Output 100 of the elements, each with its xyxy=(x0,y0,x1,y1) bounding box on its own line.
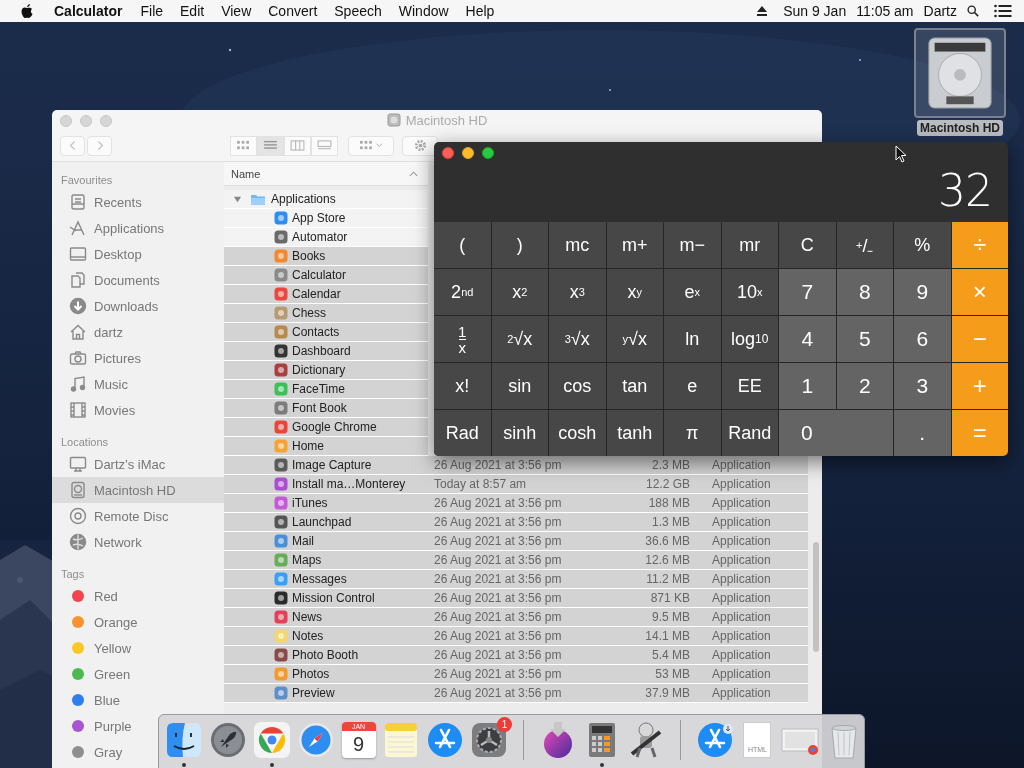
folder-row[interactable]: Applications xyxy=(224,190,428,209)
view-mode-button[interactable] xyxy=(311,135,338,156)
calculator-key[interactable]: 6 xyxy=(894,316,951,362)
scrollbar-thumb[interactable] xyxy=(813,542,819,652)
dock-item[interactable] xyxy=(164,720,204,766)
calculator-key[interactable]: ln xyxy=(664,316,721,362)
sidebar-item[interactable]: Blue xyxy=(52,687,129,713)
sidebar-item[interactable]: Downloads xyxy=(52,293,167,319)
sidebar-item[interactable]: Gray xyxy=(52,739,131,765)
calculator-key[interactable]: π xyxy=(664,410,721,456)
calculator-key[interactable]: . xyxy=(894,410,951,456)
view-mode-button[interactable] xyxy=(257,135,284,156)
file-row[interactable]: Font Book xyxy=(224,399,428,418)
file-row[interactable]: Photo Booth 26 Aug 2021 at 3:56 pm 5.4 MB Application xyxy=(224,646,808,665)
sidebar-item[interactable]: Green xyxy=(52,661,139,687)
calculator-key[interactable]: m+ xyxy=(606,222,663,268)
calculator-key[interactable]: 4 xyxy=(779,316,836,362)
view-mode-button[interactable] xyxy=(284,135,311,156)
calculator-key[interactable]: e xyxy=(664,363,721,409)
sidebar-item[interactable]: Orange xyxy=(52,609,146,635)
calculator-key[interactable]: Rad xyxy=(434,410,491,456)
file-row[interactable]: Automator xyxy=(224,228,428,247)
file-row[interactable]: Chess xyxy=(224,304,428,323)
desktop-icon-label[interactable]: Macintosh HD xyxy=(917,120,1003,136)
calculator-key[interactable]: ) xyxy=(491,222,548,268)
file-row[interactable]: Launchpad 26 Aug 2021 at 3:56 pm 1.3 MB Application xyxy=(224,513,808,532)
file-row[interactable]: Maps 26 Aug 2021 at 3:56 pm 12.6 MB Application xyxy=(224,551,808,570)
calculator-key[interactable]: 7 xyxy=(779,269,836,315)
sidebar-item[interactable]: Recents xyxy=(52,189,150,215)
calculator-key[interactable]: tan xyxy=(606,363,663,409)
calculator-key[interactable]: 3 xyxy=(894,363,951,409)
calculator-key[interactable]: $^{+}$/₋ xyxy=(836,222,893,268)
calculator-key[interactable]: mr xyxy=(721,222,778,268)
sidebar-item[interactable]: Movies xyxy=(52,397,144,423)
menu-clock[interactable]: 11:05 am xyxy=(856,3,914,19)
calculator-key[interactable]: m− xyxy=(664,222,721,268)
sidebar-item[interactable]: Applications xyxy=(52,215,173,241)
file-row[interactable]: Calendar xyxy=(224,285,428,304)
file-row[interactable]: Image Capture 26 Aug 2021 at 3:56 pm 2.3 MB Application xyxy=(224,456,808,475)
menu-item[interactable]: Edit xyxy=(180,3,205,19)
calculator-key[interactable]: 5 xyxy=(836,316,893,362)
menu-item[interactable]: Help xyxy=(465,3,495,19)
disclosure-triangle-icon[interactable] xyxy=(233,194,242,204)
sidebar-item[interactable]: Pictures xyxy=(52,345,149,371)
calculator-key[interactable]: 2 xyxy=(836,363,893,409)
calculator-key[interactable]: 9 xyxy=(894,269,951,315)
calculator-key[interactable]: ( xyxy=(434,222,491,268)
calculator-key[interactable]: EE xyxy=(721,363,778,409)
file-row[interactable]: Preview 26 Aug 2021 at 3:56 pm 37.9 MB Application xyxy=(224,684,808,703)
menu-date[interactable]: Sun 9 Jan xyxy=(783,3,847,19)
zoom-button[interactable] xyxy=(482,147,494,159)
file-row[interactable]: FaceTime xyxy=(224,380,428,399)
view-mode-button[interactable] xyxy=(230,135,257,156)
action-button[interactable] xyxy=(402,135,438,156)
file-row[interactable]: Photos 26 Aug 2021 at 3:56 pm 53 MB Application xyxy=(224,665,808,684)
menu-item[interactable]: View xyxy=(221,3,252,19)
file-row[interactable]: News 26 Aug 2021 at 3:56 pm 9.5 MB Application xyxy=(224,608,808,627)
sidebar-item[interactable]: Music xyxy=(52,371,136,397)
sidebar-item[interactable]: dartz xyxy=(52,319,131,345)
file-row[interactable]: Home xyxy=(224,437,428,456)
search-icon[interactable] xyxy=(967,5,979,17)
file-row[interactable]: Google Chrome xyxy=(224,418,428,437)
file-row[interactable]: Mission Control 26 Aug 2021 at 3:56 pm 871 KB Application xyxy=(224,589,808,608)
sidebar-item[interactable]: Documents xyxy=(52,267,168,293)
calculator-key[interactable]: 1 x xyxy=(434,316,491,362)
group-button[interactable] xyxy=(348,135,394,156)
file-row[interactable]: Books xyxy=(224,247,428,266)
file-row[interactable]: App Store xyxy=(224,209,428,228)
calculator-key[interactable]: 8 xyxy=(836,269,893,315)
calculator-key[interactable]: % xyxy=(894,222,951,268)
menu-item[interactable]: Window xyxy=(398,3,449,19)
file-row[interactable]: Dashboard xyxy=(224,342,428,361)
file-row[interactable]: Messages 26 Aug 2021 at 3:56 pm 11.2 MB Application xyxy=(224,570,808,589)
sidebar-item[interactable]: Desktop xyxy=(52,241,150,267)
dock-item[interactable]: 1 xyxy=(469,720,510,766)
calculator-key[interactable]: mc xyxy=(549,222,606,268)
sidebar-item[interactable]: Yellow xyxy=(52,635,140,661)
sidebar-item[interactable]: Dartz’s iMac xyxy=(52,451,174,477)
calculator-key[interactable]: cos xyxy=(549,363,606,409)
calculator-key[interactable]: tanh xyxy=(606,410,663,456)
sidebar-item[interactable]: Red xyxy=(52,583,126,609)
calculator-key[interactable]: Rand xyxy=(721,410,778,456)
calculator-key[interactable]: sinh xyxy=(491,410,548,456)
minimize-button[interactable] xyxy=(462,147,474,159)
file-row[interactable]: Mail 26 Aug 2021 at 3:56 pm 36.6 MB Application xyxy=(224,532,808,551)
calculator-key[interactable]: sin xyxy=(491,363,548,409)
file-row[interactable]: Install ma…Monterey Today at 8:57 am 12.2 GB Application xyxy=(224,475,808,494)
app-menu[interactable]: Calculator xyxy=(54,3,123,19)
menu-item[interactable]: File xyxy=(140,3,164,19)
apple-logo-icon[interactable] xyxy=(20,3,34,19)
eject-icon[interactable] xyxy=(756,5,769,17)
file-row[interactable]: Dictionary xyxy=(224,361,428,380)
user-name[interactable]: Dartz xyxy=(923,3,957,19)
calculator-key[interactable]: cosh xyxy=(549,410,606,456)
file-row[interactable]: iTunes 26 Aug 2021 at 3:56 pm 188 MB Application xyxy=(224,494,808,513)
calculator-key[interactable]: 0 xyxy=(779,410,893,456)
calculator-key[interactable]: x! xyxy=(434,363,491,409)
file-row[interactable]: Calculator xyxy=(224,266,428,285)
sidebar-item[interactable]: Remote Disc xyxy=(52,503,177,529)
menu-list-icon[interactable] xyxy=(994,4,1012,18)
